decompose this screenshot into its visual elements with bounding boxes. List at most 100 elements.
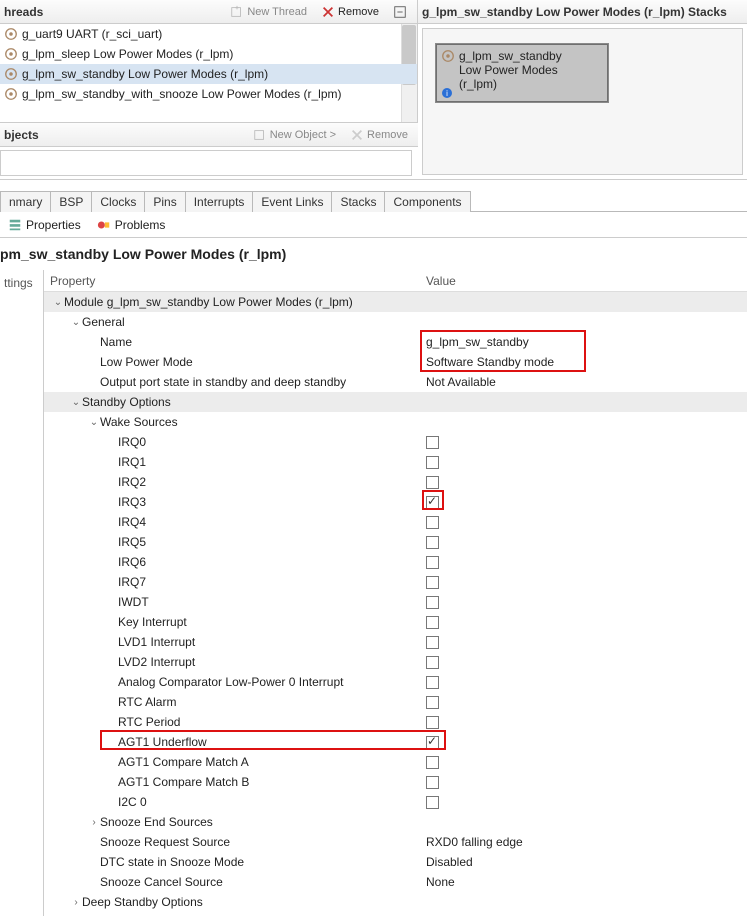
- checkbox[interactable]: [426, 436, 439, 449]
- objects-list[interactable]: [0, 150, 412, 176]
- property-row[interactable]: Key Interrupt: [44, 612, 747, 632]
- property-row[interactable]: ⌄ Module g_lpm_sw_standby Low Power Mode…: [44, 292, 747, 312]
- thread-item[interactable]: g_lpm_sw_standby Low Power Modes (r_lpm): [0, 64, 417, 84]
- property-value: Disabled: [426, 855, 473, 869]
- property-row[interactable]: ⌄ Standby Options: [44, 392, 747, 412]
- property-row[interactable]: Low Power ModeSoftware Standby mode: [44, 352, 747, 372]
- property-row[interactable]: IRQ3: [44, 492, 747, 512]
- checkbox[interactable]: [426, 616, 439, 629]
- property-row[interactable]: AGT1 Compare Match A: [44, 752, 747, 772]
- new-thread-label: New Thread: [247, 6, 307, 18]
- property-label: AGT1 Compare Match B: [118, 775, 249, 789]
- collapse-icon: [393, 5, 407, 19]
- threads-header: hreads New Thread Remove: [0, 0, 417, 24]
- svg-text:i: i: [446, 89, 448, 98]
- threads-list[interactable]: g_uart9 UART (r_sci_uart)g_lpm_sleep Low…: [0, 24, 417, 122]
- property-row[interactable]: IRQ6: [44, 552, 747, 572]
- property-row[interactable]: IRQ1: [44, 452, 747, 472]
- checkbox[interactable]: [426, 776, 439, 789]
- checkbox[interactable]: [426, 796, 439, 809]
- new-object-label: New Object >: [270, 129, 336, 141]
- checkbox[interactable]: [426, 736, 439, 749]
- stack-line3: (r_lpm): [459, 77, 601, 91]
- expand-icon[interactable]: ⌄: [52, 297, 64, 308]
- property-label: General: [82, 315, 125, 329]
- new-thread-button[interactable]: New Thread: [226, 5, 311, 19]
- checkbox[interactable]: [426, 596, 439, 609]
- module-icon: [4, 27, 18, 41]
- collapse-icon[interactable]: ›: [88, 817, 100, 828]
- property-row[interactable]: Output port state in standby and deep st…: [44, 372, 747, 392]
- property-row[interactable]: Analog Comparator Low-Power 0 Interrupt: [44, 672, 747, 692]
- property-row[interactable]: DTC state in Snooze Mode Disabled: [44, 852, 747, 872]
- remove-thread-button[interactable]: Remove: [317, 5, 383, 19]
- property-row[interactable]: LVD2 Interrupt: [44, 652, 747, 672]
- property-row[interactable]: RTC Alarm: [44, 692, 747, 712]
- property-label: Key Interrupt: [118, 615, 187, 629]
- tab-properties[interactable]: Properties: [0, 218, 89, 232]
- expand-icon[interactable]: ⌄: [88, 417, 100, 428]
- thread-item[interactable]: g_uart9 UART (r_sci_uart): [0, 24, 417, 44]
- threads-title: hreads: [4, 5, 43, 19]
- checkbox[interactable]: [426, 676, 439, 689]
- checkbox[interactable]: [426, 556, 439, 569]
- property-row[interactable]: Nameg_lpm_sw_standby: [44, 332, 747, 352]
- collapse-button[interactable]: [389, 5, 411, 19]
- property-tree[interactable]: ⌄ Module g_lpm_sw_standby Low Power Mode…: [44, 292, 747, 916]
- tab-components[interactable]: Components: [384, 191, 470, 212]
- property-row[interactable]: IWDT: [44, 592, 747, 612]
- tab-interrupts[interactable]: Interrupts: [185, 191, 254, 212]
- property-row[interactable]: IRQ5: [44, 532, 747, 552]
- stacks-canvas[interactable]: g_lpm_sw_standby Low Power Modes (r_lpm)…: [422, 28, 743, 175]
- checkbox[interactable]: [426, 716, 439, 729]
- property-row[interactable]: IRQ7: [44, 572, 747, 592]
- property-row[interactable]: ⌄ General: [44, 312, 747, 332]
- property-row[interactable]: IRQ2: [44, 472, 747, 492]
- property-row[interactable]: › Snooze End Sources: [44, 812, 747, 832]
- property-row[interactable]: AGT1 Compare Match B: [44, 772, 747, 792]
- property-label: Low Power Mode: [100, 355, 193, 369]
- column-property: Property: [44, 274, 420, 288]
- tab-pins[interactable]: Pins: [144, 191, 185, 212]
- property-row[interactable]: LVD1 Interrupt: [44, 632, 747, 652]
- checkbox[interactable]: [426, 476, 439, 489]
- checkbox[interactable]: [426, 516, 439, 529]
- tab-nmary[interactable]: nmary: [0, 191, 51, 212]
- rail-tab-settings[interactable]: ttings: [0, 270, 43, 296]
- property-row[interactable]: Snooze Request SourceRXD0 falling edge: [44, 832, 747, 852]
- remove-object-button[interactable]: Remove: [346, 128, 412, 142]
- property-row[interactable]: RTC Period: [44, 712, 747, 732]
- tab-problems[interactable]: Problems: [89, 218, 174, 232]
- property-row[interactable]: AGT1 Underflow: [44, 732, 747, 752]
- property-row[interactable]: ⌄ Wake Sources: [44, 412, 747, 432]
- checkbox[interactable]: [426, 456, 439, 469]
- collapse-icon[interactable]: ›: [70, 897, 82, 908]
- stack-block[interactable]: g_lpm_sw_standby Low Power Modes (r_lpm)…: [435, 43, 609, 103]
- property-label: IWDT: [118, 595, 149, 609]
- tab-clocks[interactable]: Clocks: [91, 191, 145, 212]
- tab-stacks[interactable]: Stacks: [331, 191, 385, 212]
- expand-icon[interactable]: ⌄: [70, 317, 82, 328]
- thread-item[interactable]: g_lpm_sw_standby_with_snooze Low Power M…: [0, 84, 417, 104]
- property-row[interactable]: IRQ4: [44, 512, 747, 532]
- property-label: DTC state in Snooze Mode: [100, 855, 244, 869]
- expand-icon[interactable]: ⌄: [70, 397, 82, 408]
- property-row[interactable]: I2C 0: [44, 792, 747, 812]
- thread-item[interactable]: g_lpm_sleep Low Power Modes (r_lpm): [0, 44, 417, 64]
- property-row[interactable]: Snooze Cancel SourceNone: [44, 872, 747, 892]
- property-row[interactable]: › Deep Standby Options: [44, 892, 747, 912]
- tab-bsp[interactable]: BSP: [50, 191, 92, 212]
- property-row[interactable]: IRQ0: [44, 432, 747, 452]
- property-label: IRQ5: [118, 535, 146, 549]
- checkbox[interactable]: [426, 496, 439, 509]
- property-label: IRQ7: [118, 575, 146, 589]
- checkbox[interactable]: [426, 696, 439, 709]
- checkbox[interactable]: [426, 576, 439, 589]
- new-object-button[interactable]: New Object >: [249, 128, 340, 142]
- property-label: IRQ3: [118, 495, 146, 509]
- checkbox[interactable]: [426, 636, 439, 649]
- checkbox[interactable]: [426, 656, 439, 669]
- tab-event-links[interactable]: Event Links: [252, 191, 332, 212]
- checkbox[interactable]: [426, 756, 439, 769]
- checkbox[interactable]: [426, 536, 439, 549]
